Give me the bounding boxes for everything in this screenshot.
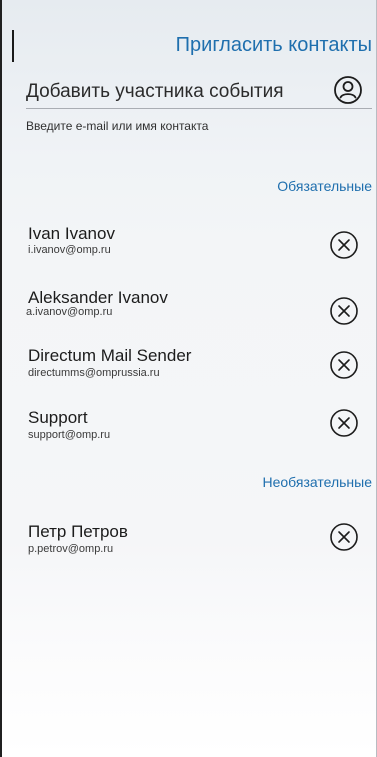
contact-email: support@omp.ru [28,429,111,441]
contact-name: Support [28,408,88,427]
section-header-optional: Необязательные [262,474,373,490]
contact-row: Support support@omp.ru [0,404,377,464]
close-circle-icon[interactable] [329,230,359,260]
contact-row: Ivan Ivanov i.ivanov@omp.ru [0,220,377,280]
contact-email: i.ivanov@omp.ru [28,244,111,256]
add-participant-input[interactable]: Добавить участника события [26,81,306,107]
contact-name: Ivan Ivanov [28,224,115,243]
close-circle-icon[interactable] [329,296,359,326]
input-hint: Введите e-mail или имя контакта [26,119,209,133]
contact-row: Петр Петров p.petrov@omp.ru [0,518,377,578]
contact-email: p.petrov@omp.ru [28,543,114,555]
text-cursor [12,30,14,62]
close-circle-icon[interactable] [329,408,359,438]
section-header-required: Обязательные [277,178,372,194]
contact-email: directumms@omprussia.ru [28,367,160,379]
contact-name: Aleksander Ivanov [28,288,168,307]
input-underline [26,108,372,109]
close-circle-icon[interactable] [329,350,359,380]
contact-row: Directum Mail Sender directumms@omprussi… [0,342,377,402]
contact-email: a.ivanov@omp.ru [26,306,113,318]
user-circle-icon[interactable] [333,75,363,105]
contact-row: Aleksander Ivanov a.ivanov@omp.ru [0,284,377,344]
page-title: Пригласить контакты [175,34,372,56]
invite-contacts-screen: Пригласить контакты Добавить участника с… [0,0,377,757]
close-circle-icon[interactable] [329,522,359,552]
contact-name: Петр Петров [28,522,128,541]
contact-name: Directum Mail Sender [28,346,192,365]
